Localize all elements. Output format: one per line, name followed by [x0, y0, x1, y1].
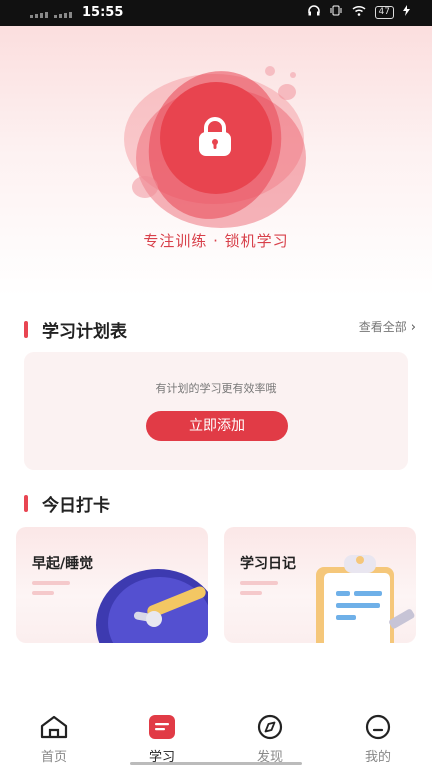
bottom-tab-bar: 首页 学习 发现 我的 — [0, 706, 432, 768]
profile-icon — [363, 714, 393, 744]
tab-home[interactable]: 首页 — [0, 714, 108, 765]
view-all-label: 查看全部 — [358, 320, 407, 334]
hero-bubble — [278, 84, 296, 100]
study-icon — [147, 715, 177, 744]
status-right: 47 — [307, 5, 410, 19]
signal-icon — [54, 8, 72, 18]
checkin-card-sleep[interactable]: 早起/睡觉 — [16, 527, 208, 643]
vibrate-icon — [329, 5, 343, 19]
decor-line — [32, 591, 54, 595]
tab-label: 首页 — [40, 750, 67, 765]
battery-icon: 47 — [374, 5, 394, 19]
decor-line — [240, 581, 278, 585]
clock-icon — [88, 563, 208, 643]
hero-bubble — [290, 72, 296, 78]
plan-section-header: 学习计划表 — [24, 317, 127, 342]
status-time: 15:55 — [82, 5, 124, 20]
hero-bubble — [265, 66, 275, 76]
checkin-section-title: 今日打卡 — [42, 496, 110, 516]
add-plan-button[interactable]: 立即添加 — [146, 411, 288, 441]
status-left: 15:55 — [30, 5, 123, 20]
checkin-card-label: 学习日记 — [240, 556, 296, 572]
section-accent-bar — [24, 495, 28, 512]
decor-line — [240, 591, 262, 595]
home-indicator — [130, 762, 302, 765]
headphones-icon — [307, 5, 320, 19]
tab-study[interactable]: 学习 — [108, 714, 216, 765]
view-all-link[interactable]: 查看全部 › — [359, 318, 416, 335]
tab-label: 我的 — [364, 750, 391, 765]
signal-icon — [30, 8, 48, 18]
checkin-section-header: 今日打卡 — [24, 491, 110, 516]
wifi-icon — [352, 5, 366, 19]
hero-tagline: 专注训练 · 锁机学习 — [143, 232, 289, 250]
section-accent-bar — [24, 321, 28, 338]
chevron-right-icon: › — [410, 320, 416, 335]
checkin-card-diary[interactable]: 学习日记 — [224, 527, 416, 643]
decor-line — [32, 581, 70, 585]
plan-card: 有计划的学习更有效率哦 立即添加 — [24, 352, 408, 470]
home-icon — [39, 715, 69, 744]
compass-icon — [255, 714, 285, 744]
plan-section-title: 学习计划表 — [42, 322, 127, 342]
tab-discover[interactable]: 发现 — [216, 714, 324, 765]
status-bar: 15:55 47 — [0, 0, 432, 26]
checkin-card-label: 早起/睡觉 — [32, 556, 94, 572]
hero-bubble — [132, 176, 158, 198]
lock-icon — [193, 114, 237, 162]
clipboard-icon — [308, 551, 416, 643]
plan-empty-hint: 有计划的学习更有效率哦 — [155, 382, 277, 395]
charging-icon — [403, 5, 410, 19]
hero-banner: 专注训练 · 锁机学习 — [0, 26, 432, 296]
tab-profile[interactable]: 我的 — [324, 714, 432, 765]
